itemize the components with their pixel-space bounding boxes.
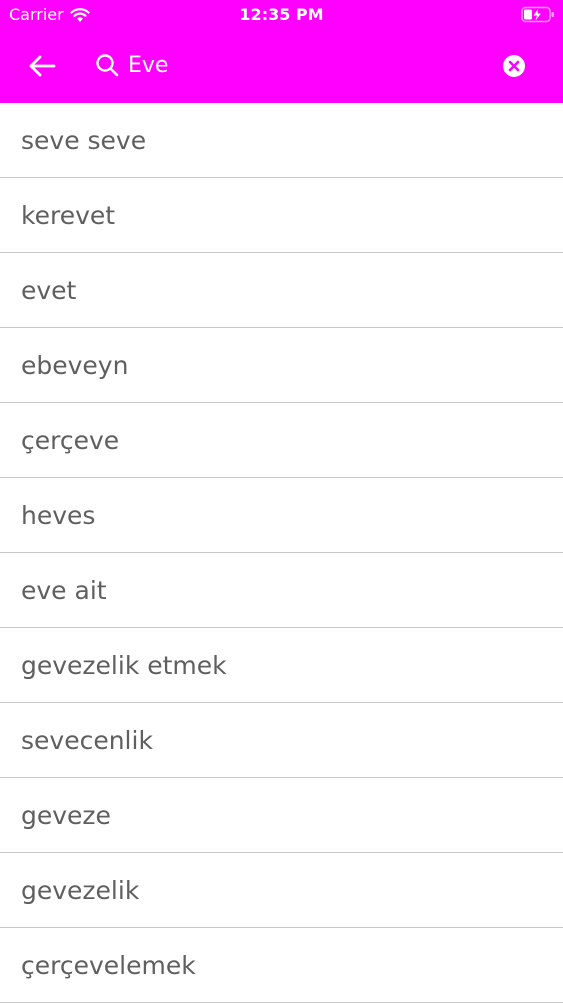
result-text: evet [21,275,77,305]
result-item[interactable]: kerevet [0,178,563,253]
app-header: Carrier 12:35 PM [0,0,563,103]
arrow-left-icon [29,55,56,77]
result-item[interactable]: çerçevelemek [0,928,563,1003]
search-icon [96,54,119,77]
result-item[interactable]: evet [0,253,563,328]
result-item[interactable]: sevecenlik [0,703,563,778]
result-text: eve ait [21,575,107,605]
result-text: çerçeve [21,425,120,455]
result-item[interactable]: çerçeve [0,403,563,478]
result-text: kerevet [21,200,116,230]
result-text: çerçevelemek [21,950,196,980]
search-input[interactable] [126,48,460,82]
result-item[interactable]: heves [0,478,563,553]
result-text: geveze [21,800,111,830]
result-text: heves [21,500,96,530]
back-button[interactable] [24,50,60,82]
status-bar: Carrier 12:35 PM [0,0,563,30]
result-item[interactable]: seve seve [0,103,563,178]
result-text: gevezelik etmek [21,650,227,680]
result-item[interactable]: gevezelik [0,853,563,928]
result-text: sevecenlik [21,725,153,755]
status-time: 12:35 PM [239,5,324,24]
result-item[interactable]: eve ait [0,553,563,628]
result-text: ebeveyn [21,350,129,380]
clear-circle-icon[interactable] [502,54,526,78]
search-toolbar [0,30,563,103]
result-text: gevezelik [21,875,140,905]
results-list: seve seve kerevet evet ebeveyn çerçeve h… [0,103,563,1003]
result-item[interactable]: ebeveyn [0,328,563,403]
result-text: seve seve [21,125,147,155]
result-item[interactable]: gevezelik etmek [0,628,563,703]
result-item[interactable]: geveze [0,778,563,853]
battery-charging-icon [521,6,554,23]
